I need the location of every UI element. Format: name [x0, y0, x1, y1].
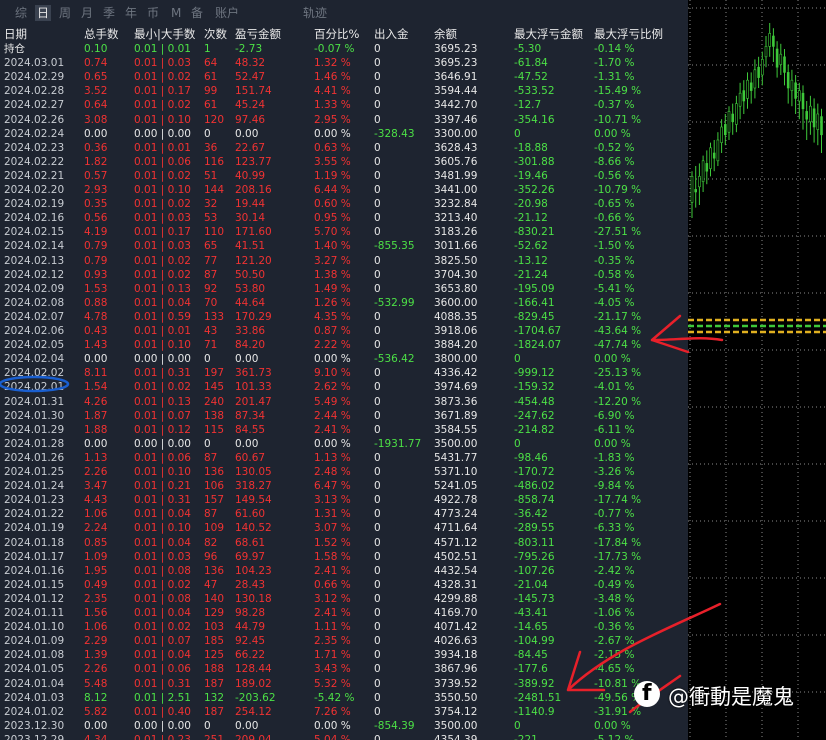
facebook-icon: f — [634, 681, 660, 707]
watermark-text: @衝動是魔鬼 — [668, 685, 794, 709]
annotation-circle — [0, 375, 70, 393]
annotation-arrow-upper — [650, 314, 724, 354]
annotation-layer — [0, 314, 724, 714]
watermark: f @衝動是魔鬼 — [634, 678, 826, 712]
app-window: 综日周月季年币 M 备账户 轨迹 日期 总手数 最小|大手数 次数 盈亏金额 百分比% 出入金 余额… — [0, 0, 826, 740]
